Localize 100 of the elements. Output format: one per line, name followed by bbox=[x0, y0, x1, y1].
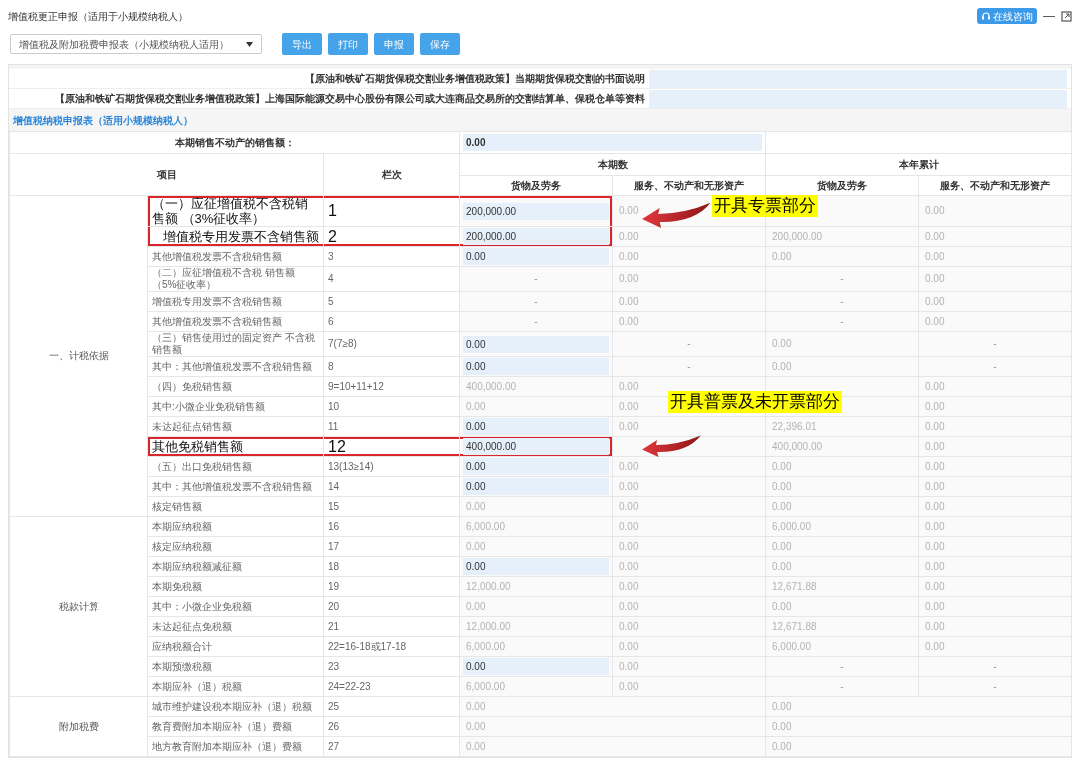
input-field[interactable]: 0.00 bbox=[463, 458, 609, 475]
table-cell-text: 0.00 bbox=[924, 380, 946, 392]
input-field[interactable]: 0.00 bbox=[463, 558, 609, 575]
input-field[interactable]: 200,000.00 bbox=[463, 202, 609, 220]
line-number: 19 bbox=[328, 580, 340, 592]
column-header: 服务、不动产和无形资产 bbox=[634, 179, 744, 191]
table-cell-text: 0.00 bbox=[465, 600, 487, 612]
table-cell-text: 12,000.00 bbox=[465, 620, 512, 632]
line-number: 2 bbox=[328, 227, 337, 245]
column-header: 服务、不动产和无形资产 bbox=[940, 179, 1050, 191]
table-cell-text: 0.00 bbox=[924, 315, 946, 327]
table-cell-text: 0.00 bbox=[618, 273, 640, 284]
table-cell-text: 0.00 bbox=[924, 620, 946, 632]
row-label: 本期应补（退）税额 bbox=[152, 680, 242, 692]
callout-arrow bbox=[642, 200, 712, 230]
row-label: 其他增值税发票不含税销售额 bbox=[152, 315, 282, 327]
table-cell: - bbox=[534, 295, 538, 307]
window-title: 增值税更正申报（适用于小规模纳税人） bbox=[8, 9, 188, 24]
input-field[interactable]: 0.00 bbox=[463, 418, 609, 435]
row-label: 增值税专用发票不含销售额 bbox=[163, 229, 319, 244]
table-cell: - bbox=[840, 680, 844, 692]
table-cell-text: 0.00 bbox=[618, 400, 640, 412]
input-field[interactable]: 0.00 bbox=[463, 658, 609, 675]
table-cell-text: 22,396.01 bbox=[771, 420, 818, 432]
row-label: 应纳税额合计 bbox=[152, 640, 212, 652]
line-number: 5 bbox=[328, 295, 334, 307]
table-cell-text: 0.00 bbox=[771, 460, 793, 472]
input-field[interactable]: 0.00 bbox=[463, 358, 609, 375]
form-select[interactable]: 增值税及附加税费申报表（小规模纳税人适用） bbox=[10, 34, 262, 54]
table-cell-text: 0.00 bbox=[618, 660, 640, 672]
line-number: 4 bbox=[328, 273, 334, 284]
row-label: 核定销售额 bbox=[152, 500, 202, 512]
table-cell-text: 0.00 bbox=[618, 520, 640, 532]
table-cell: - bbox=[534, 315, 538, 327]
table-cell-text: 0.00 bbox=[465, 720, 487, 732]
table-cell: - bbox=[840, 295, 844, 307]
table-cell-text: 0.00 bbox=[924, 400, 946, 412]
line-number: 15 bbox=[328, 500, 340, 512]
row-label: 其中:小微企业免税销售额 bbox=[152, 400, 265, 412]
input-field[interactable]: 400,000.00 bbox=[463, 438, 609, 455]
row-label: （三）销售使用过的固定资产 不含税销售额 bbox=[152, 332, 315, 355]
form-title[interactable]: 增值税纳税申报表（适用小规模纳税人） bbox=[13, 112, 193, 128]
table-cell-text: 12,671.88 bbox=[771, 620, 818, 632]
input-field[interactable]: 200,000.00 bbox=[463, 228, 609, 245]
table-cell: - bbox=[687, 360, 691, 372]
table-cell-text: 6,000.00 bbox=[465, 520, 506, 532]
table-cell-text: 6,000.00 bbox=[771, 640, 812, 652]
input-field[interactable]: 0.00 bbox=[463, 335, 609, 353]
line-number: 7(7≥8) bbox=[328, 338, 357, 349]
callout-label: 开具专票部分 bbox=[712, 195, 818, 217]
row-label: （四）免税销售额 bbox=[152, 380, 232, 392]
input-field[interactable] bbox=[649, 69, 1067, 88]
table-cell-text: 0.00 bbox=[618, 460, 640, 472]
table-cell-text: 0.00 bbox=[924, 500, 946, 512]
row-label: 未达起征点免税额 bbox=[152, 620, 232, 632]
table-cell-text: 0.00 bbox=[618, 620, 640, 632]
table-cell-text: 0.00 bbox=[771, 700, 793, 712]
table-cell-text: 0.00 bbox=[924, 540, 946, 552]
line-number: 11 bbox=[328, 420, 339, 432]
table-cell-text: 0.00 bbox=[771, 560, 793, 572]
maximize-icon[interactable] bbox=[1061, 10, 1072, 22]
table-cell-text: 0.00 bbox=[618, 600, 640, 612]
table-cell-text: 0.00 bbox=[771, 740, 793, 752]
input-field[interactable]: 0.00 bbox=[463, 134, 762, 151]
table-cell-text: 0.00 bbox=[924, 250, 946, 262]
column-header: 项目 bbox=[156, 168, 177, 180]
row-label: （二）应征增值税不含税 销售额（5%征收率） bbox=[152, 267, 295, 290]
table-cell-text: 6,000.00 bbox=[465, 640, 506, 652]
table-cell: - bbox=[993, 338, 997, 349]
callout-label: 开具普票及未开票部分 bbox=[668, 391, 842, 413]
minimize-button[interactable]: — bbox=[1043, 7, 1055, 25]
table-cell-text: 0.00 bbox=[924, 600, 946, 612]
table-cell: - bbox=[993, 360, 997, 372]
line-number: 12 bbox=[328, 437, 346, 455]
line-number: 22=16-18或17-18 bbox=[328, 640, 407, 652]
input-field[interactable]: 0.00 bbox=[463, 248, 609, 265]
row-label: 城市维护建设税本期应补（退）税额 bbox=[152, 700, 312, 712]
table-cell-text: 0.00 bbox=[924, 295, 946, 307]
table-cell: - bbox=[840, 315, 844, 327]
table-cell-text: 0.00 bbox=[771, 600, 793, 612]
input-field[interactable] bbox=[649, 89, 1067, 108]
table-cell: - bbox=[840, 273, 844, 284]
line-number: 20 bbox=[328, 600, 340, 612]
column-header: 货物及劳务 bbox=[511, 179, 561, 191]
row-label: 其中：其他增值税发票不含税销售额 bbox=[152, 480, 312, 492]
section-label: 附加税费 bbox=[58, 720, 99, 732]
table-cell-text: 0.00 bbox=[618, 500, 640, 512]
table-cell-text: 0.00 bbox=[771, 338, 793, 349]
table-cell-text: 0.00 bbox=[618, 380, 640, 392]
row-label: 本期预缴税额 bbox=[152, 660, 212, 672]
table-cell-text: 0.00 bbox=[924, 560, 946, 572]
line-number: 25 bbox=[328, 700, 340, 712]
line-number: 3 bbox=[328, 250, 334, 262]
row-label: 核定应纳税额 bbox=[152, 540, 212, 552]
table-cell-text: 6,000.00 bbox=[771, 520, 812, 532]
table-cell-text: 0.00 bbox=[924, 420, 946, 432]
table-cell-text: 0.00 bbox=[924, 273, 946, 284]
input-field[interactable]: 0.00 bbox=[463, 478, 609, 495]
headset-icon bbox=[981, 11, 991, 21]
row-label: 其中：小微企业免税额 bbox=[152, 600, 252, 612]
